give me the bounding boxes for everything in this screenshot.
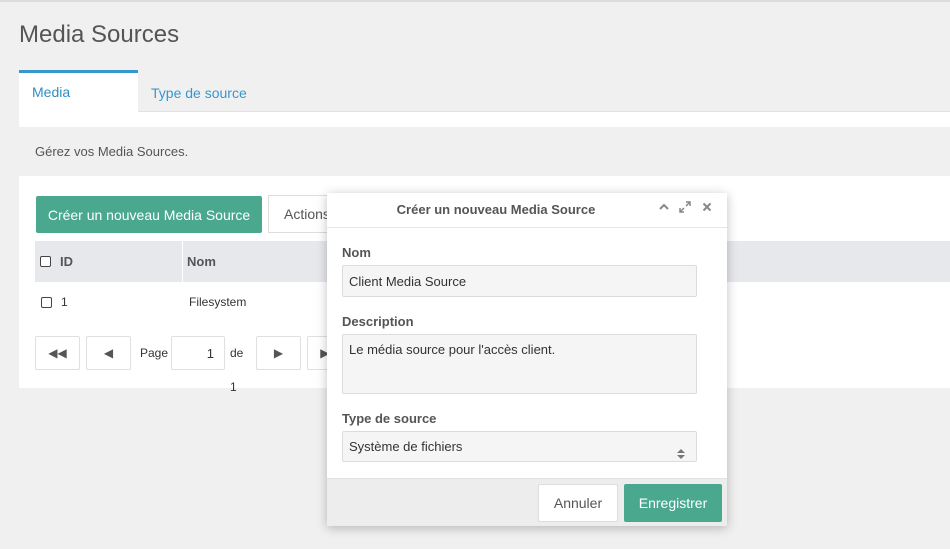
tab-media-sources[interactable]: Media Sources: [19, 70, 138, 138]
select-arrows-icon: [676, 441, 686, 470]
row-name: Filesystem: [189, 295, 247, 309]
description-textarea[interactable]: Le média source pour l'accès client.: [342, 334, 697, 394]
previous-page-button[interactable]: ◀: [86, 336, 131, 370]
create-media-source-button[interactable]: Créer un nouveau Media Source: [36, 196, 262, 233]
create-media-source-dialog: Créer un nouveau Media Source Nom Descri…: [327, 193, 727, 526]
dialog-footer: Annuler Enregistrer: [327, 478, 727, 526]
row-id: 1: [61, 295, 68, 309]
right-arrow-icon: ▶: [273, 346, 284, 360]
name-label: Nom: [342, 245, 371, 260]
save-button[interactable]: Enregistrer: [624, 484, 722, 522]
close-icon[interactable]: [699, 201, 715, 217]
collapse-icon[interactable]: [656, 201, 672, 217]
column-header-name[interactable]: Nom: [187, 241, 216, 282]
double-left-icon: ◀◀: [48, 346, 67, 360]
page-count-label: de 1: [230, 346, 244, 394]
first-page-button[interactable]: ◀◀: [35, 336, 80, 370]
source-type-label: Type de source: [342, 411, 437, 426]
maximize-icon[interactable]: [677, 201, 693, 217]
column-separator: [182, 241, 183, 282]
tab-source-types[interactable]: Type de source: [138, 72, 260, 114]
left-arrow-icon: ◀: [103, 346, 114, 360]
dialog-title: Créer un nouveau Media Source: [396, 202, 596, 217]
row-checkbox[interactable]: [41, 297, 52, 308]
page-title: Media Sources: [19, 21, 180, 48]
dialog-header[interactable]: Créer un nouveau Media Source: [327, 193, 727, 228]
next-page-button[interactable]: ▶: [256, 336, 301, 370]
tab-bar: Media Sources Type de source: [19, 70, 950, 138]
cancel-button[interactable]: Annuler: [538, 484, 618, 522]
column-header-id[interactable]: ID: [60, 241, 73, 282]
name-input[interactable]: [342, 265, 697, 297]
source-type-value: Système de fichiers: [349, 439, 463, 454]
select-all-checkbox[interactable]: [40, 256, 51, 267]
top-border: [0, 0, 950, 2]
source-type-select[interactable]: Système de fichiers: [342, 431, 697, 462]
page-label: Page: [140, 346, 169, 360]
description-label: Description: [342, 314, 414, 329]
page-number-input[interactable]: [171, 336, 225, 370]
panel-description: Gérez vos Media Sources.: [19, 127, 950, 176]
